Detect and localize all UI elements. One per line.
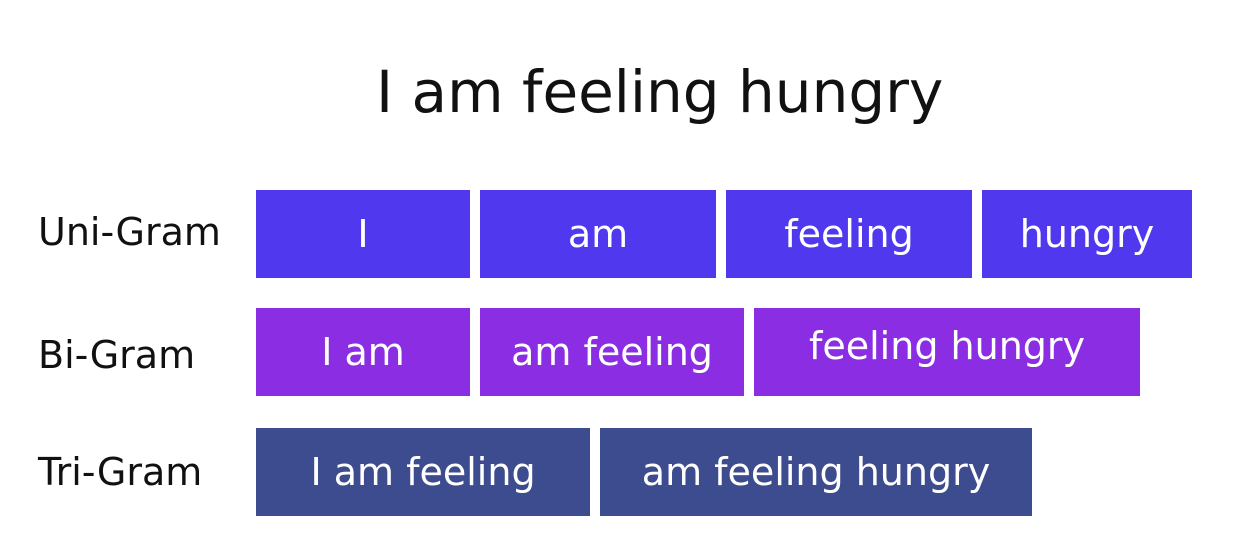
unigram-box-4: hungry — [982, 190, 1192, 278]
unigram-box-1: I — [256, 190, 470, 278]
diagram-title: I am feeling hungry — [376, 58, 944, 126]
trigram-box-1: I am feeling — [256, 428, 590, 516]
bigram-box-3: feeling hungry — [754, 308, 1140, 396]
bigram-box-2: am feeling — [480, 308, 744, 396]
trigram-label: Tri-Gram — [38, 450, 203, 494]
unigram-box-3: feeling — [726, 190, 972, 278]
bigram-label: Bi-Gram — [38, 333, 196, 377]
unigram-label: Uni-Gram — [38, 210, 221, 254]
trigram-box-2: am feeling hungry — [600, 428, 1032, 516]
unigram-box-2: am — [480, 190, 716, 278]
bigram-box-1: I am — [256, 308, 470, 396]
